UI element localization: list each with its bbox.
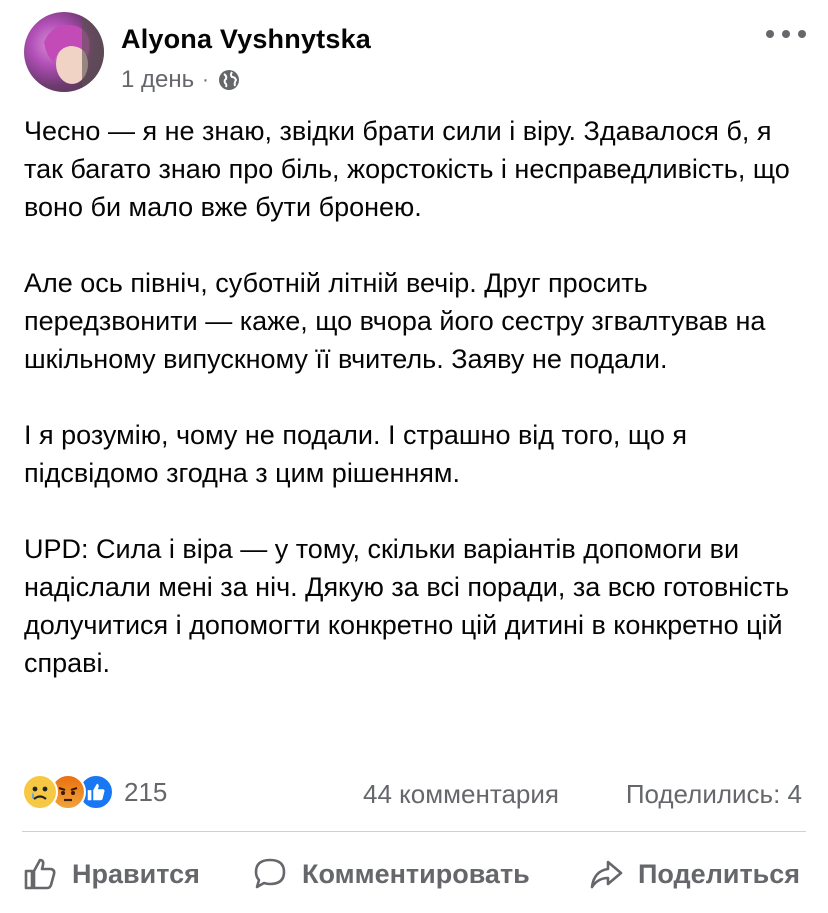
post-text: Чесно — я не знаю, звідки брати сили і в… [24,112,814,682]
author-name[interactable]: Alyona Vyshnytska [121,24,371,55]
like-label: Нравится [72,858,200,889]
like-button[interactable]: Нравится [22,850,200,898]
comments-count[interactable]: 44 комментария [363,779,559,810]
share-label: Поделиться [638,858,801,889]
reaction-count[interactable]: 215 [124,777,167,808]
post-paragraph: І я розумію, чому не подали. І страшно в… [24,420,687,488]
like-icon [24,858,56,890]
post-paragraph: Але ось північ, суботній літній вечір. Д… [24,268,766,374]
post-paragraph: UPD: Сила і віра — у тому, скільки варіа… [24,534,790,678]
reactions-summary[interactable]: 215 [22,774,167,810]
shares-count[interactable]: Поделились: 4 [626,779,802,810]
meta-separator: · [202,68,209,91]
sad-reaction-icon [22,774,58,810]
more-options-icon[interactable] [766,22,806,46]
divider [22,831,806,832]
facebook-post: Alyona Vyshnytska 1 день · Чесно — я не … [0,0,828,913]
post-paragraph: Чесно — я не знаю, звідки брати сили і в… [24,116,790,222]
post-timestamp[interactable]: 1 день [121,66,194,94]
post-meta: 1 день · [121,66,241,94]
comment-icon [254,858,286,889]
share-icon [590,860,623,889]
share-button[interactable]: Поделиться [588,850,800,898]
comment-label: Комментировать [302,858,530,889]
avatar[interactable] [24,12,104,92]
avatar-image [44,12,104,92]
comment-button[interactable]: Комментировать [252,850,530,898]
globe-icon[interactable] [217,68,241,92]
